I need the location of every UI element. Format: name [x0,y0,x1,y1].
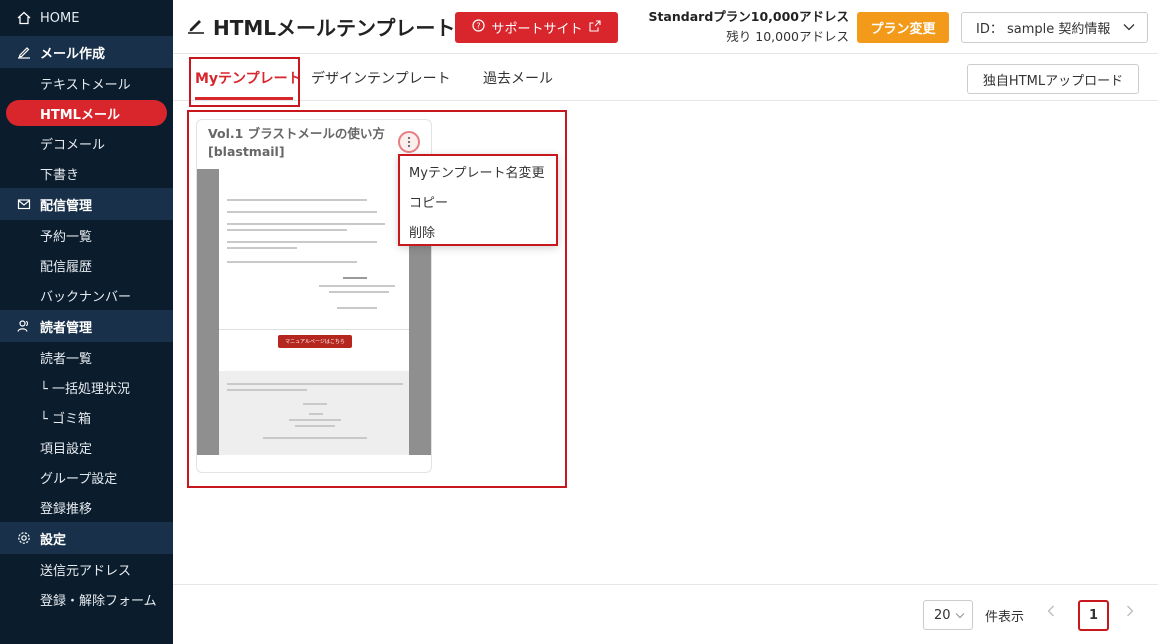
sidebar-item-trash[interactable]: └ ゴミ箱 [0,402,173,432]
account-label: ID： sample 契約情報 [976,22,1111,37]
more-options-icon[interactable] [398,131,420,153]
tab-design-templates[interactable]: デザインテンプレート [311,68,451,88]
sidebar-item-registration-trend[interactable]: 登録推移 [0,492,173,522]
preview-footer [219,371,409,455]
home-icon [16,10,32,26]
tab-highlight-box [189,57,300,107]
template-card[interactable]: Vol.1 ブラストメールの使い方 [blastmail] マニュアルページはこ… [196,119,432,473]
sidebar-section-mail-create[interactable]: メール作成 [0,36,173,68]
sidebar-section-settings[interactable]: 設定 [0,522,173,554]
sidebar-item-batch-status[interactable]: └ 一括処理状況 [0,372,173,402]
sidebar-section-label: 設定 [40,532,67,548]
sidebar-section-delivery[interactable]: 配信管理 [0,188,173,220]
sidebar-section-readers[interactable]: 読者管理 [0,310,173,342]
sidebar-section-label: 配信管理 [40,198,93,214]
sidebar-item-group-settings[interactable]: グループ設定 [0,462,173,492]
chevron-right-icon[interactable] [1126,605,1134,621]
sidebar-section-label: 読者管理 [40,320,93,336]
support-site-label: サポートサイト [491,22,583,37]
sidebar-home-label: HOME [40,10,80,26]
tab-past-mail[interactable]: 過去メール [483,68,553,88]
plan-name: Standardプラン10,000アドレス [648,9,849,24]
menu-item-copy[interactable]: コピー [400,186,556,216]
template-preview: マニュアルページはこちら [197,169,431,455]
pagination-bar: 20 件表示 1 [173,584,1158,644]
plan-change-button[interactable]: プラン変更 [857,12,949,43]
sidebar-item-forms[interactable]: 登録・解除フォーム [0,584,173,614]
template-card-title: Vol.1 ブラストメールの使い方 [blastmail] [208,126,385,159]
sidebar: HOME メール作成 テキストメール HTMLメール デコメール 下書き 配信管… [0,0,173,644]
sidebar-item-delivery-history[interactable]: 配信履歴 [0,250,173,280]
per-page-value: 20 [934,607,951,623]
gear-icon [16,530,32,546]
page-title: HTMLメールテンプレート [187,12,455,41]
header: HTMLメールテンプレート ? サポートサイト Standardプラン10,00… [173,0,1158,54]
chevron-left-icon[interactable] [1047,605,1055,621]
sidebar-item-drafts[interactable]: 下書き [0,158,173,188]
chevron-down-icon [1123,20,1135,35]
page-title-text: HTMLメールテンプレート [213,16,456,40]
account-dropdown[interactable]: ID： sample 契約情報 [961,12,1148,43]
sidebar-item-backnumber[interactable]: バックナンバー [0,280,173,310]
custom-html-upload-button[interactable]: 独自HTMLアップロード [967,64,1139,94]
sidebar-item-sender-address[interactable]: 送信元アドレス [0,554,173,584]
sidebar-item-deco-mail[interactable]: デコメール [0,128,173,158]
sidebar-item-html-mail[interactable]: HTMLメール [6,100,167,126]
menu-item-delete[interactable]: 削除 [400,216,556,246]
help-icon: ? [472,19,486,36]
page-button-current[interactable]: 1 [1078,600,1109,631]
sidebar-home[interactable]: HOME [0,0,173,36]
template-tabs: Myテンプレート デザインテンプレート 過去メール 独自HTMLアップロード [173,54,1158,107]
plan-info: Standardプラン10,000アドレス 残り 10,000アドレス [643,7,849,47]
chevron-down-icon [955,608,965,623]
sidebar-item-reservations[interactable]: 予約一覧 [0,220,173,250]
preview-manual-button: マニュアルページはこちら [278,335,352,348]
mail-icon [16,196,32,212]
per-page-select[interactable]: 20 [923,600,973,630]
svg-text:?: ? [477,22,481,31]
plan-remaining: 残り 10,000アドレス [726,29,849,44]
sidebar-item-reader-list[interactable]: 読者一覧 [0,342,173,372]
support-site-button[interactable]: ? サポートサイト [455,12,618,43]
users-icon [16,318,32,334]
per-page-label: 件表示 [985,610,1025,625]
sidebar-item-text-mail[interactable]: テキストメール [0,68,173,98]
pencil-icon [16,44,32,60]
external-link-icon [588,19,601,36]
sidebar-item-field-settings[interactable]: 項目設定 [0,432,173,462]
pencil-icon [187,15,205,39]
menu-item-rename[interactable]: Myテンプレート名変更 [400,156,556,186]
template-context-menu: Myテンプレート名変更 コピー 削除 [398,154,558,246]
sidebar-section-label: メール作成 [40,46,106,62]
